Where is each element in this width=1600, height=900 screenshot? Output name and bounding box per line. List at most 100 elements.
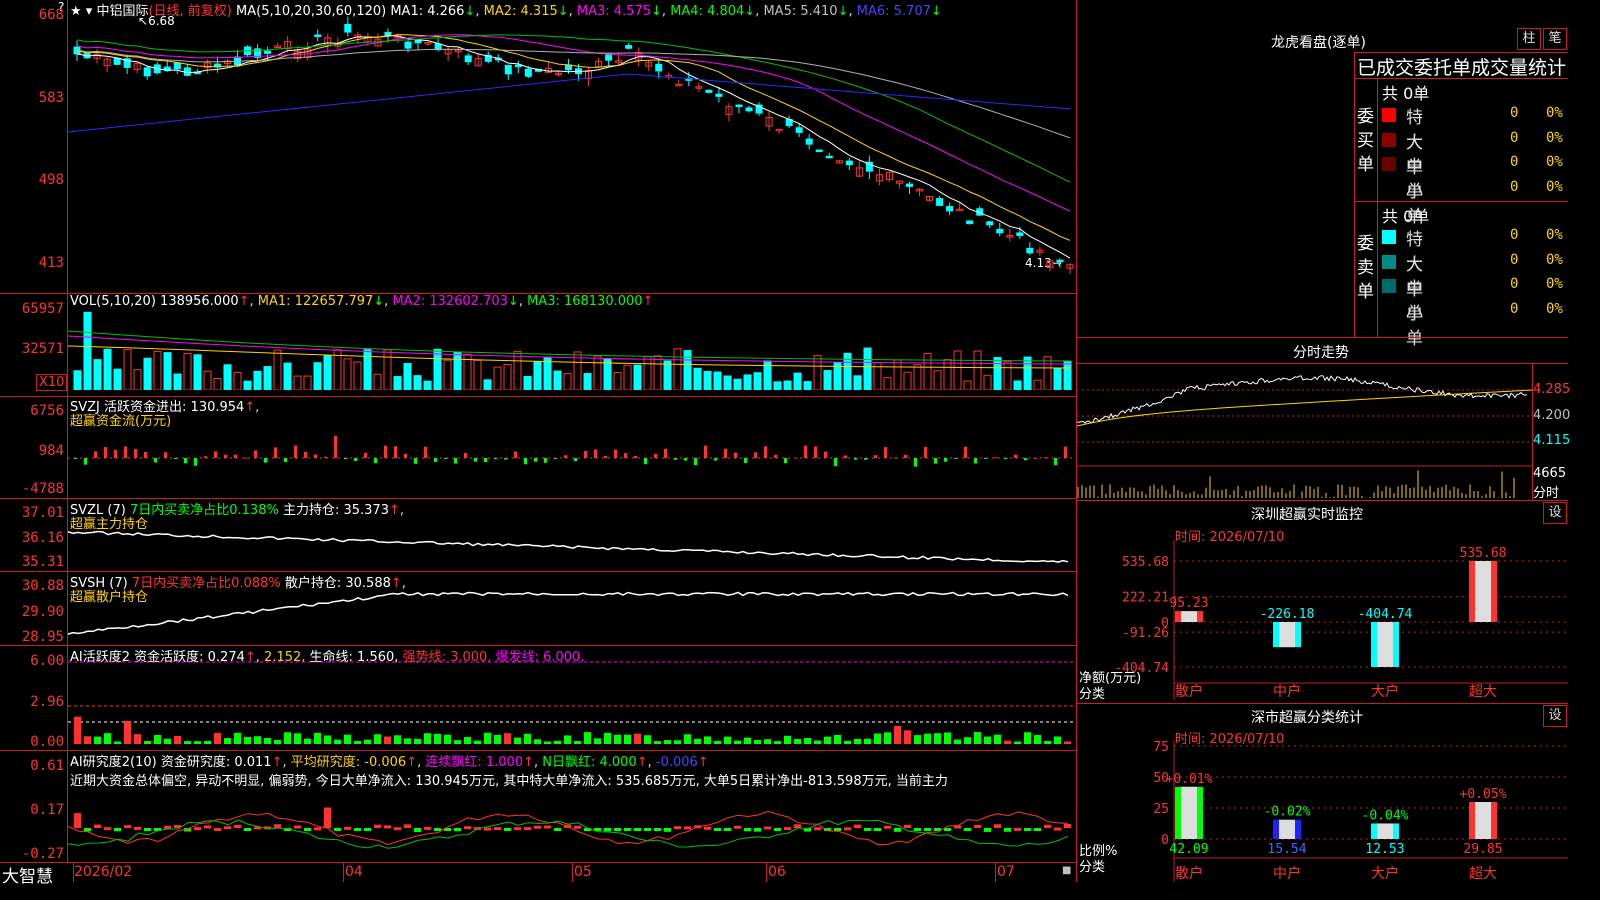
svzj-bar bbox=[294, 445, 297, 458]
volume-bar bbox=[593, 355, 602, 390]
classify-bar-0 bbox=[1175, 786, 1203, 839]
ai2-bar bbox=[294, 825, 301, 829]
sell-row-pct-0: 0% bbox=[1546, 227, 1563, 243]
date-label-0: 2026/02 bbox=[74, 864, 133, 880]
monitor-tick-label: 535.68 bbox=[1122, 555, 1169, 570]
ai1-bar bbox=[504, 733, 511, 744]
classify-bar-core bbox=[1279, 819, 1295, 839]
svzj-bar bbox=[724, 448, 727, 458]
intraday-avg-line bbox=[1077, 389, 1533, 427]
monitor-category: 中户 bbox=[1273, 683, 1301, 700]
ma-line bbox=[76, 34, 1071, 183]
ai1-axis-3: 0.00 bbox=[30, 734, 64, 750]
volume-bar bbox=[383, 349, 392, 390]
monitor-settings-button[interactable]: 设 bbox=[1543, 502, 1567, 524]
svzj-bar bbox=[824, 451, 827, 458]
ai2-bar bbox=[214, 827, 221, 831]
volume-bar bbox=[293, 375, 302, 390]
volume-bar bbox=[653, 355, 662, 390]
volume-bar bbox=[473, 359, 482, 390]
classify-chart[interactable]: 7550250+0.01%42.09散户-0.02%15.54中户-0.04%1… bbox=[1077, 740, 1568, 882]
volume-bar bbox=[503, 363, 512, 390]
ma6-line bbox=[68, 73, 1072, 133]
classify-value: 12.53 bbox=[1365, 842, 1404, 857]
candle bbox=[815, 149, 823, 153]
volume-bar bbox=[623, 364, 632, 390]
ai1-bar bbox=[514, 737, 521, 744]
bar-view-button[interactable]: 柱 bbox=[1517, 28, 1541, 50]
ai2-bar bbox=[434, 828, 441, 831]
svzj-bar bbox=[714, 458, 717, 461]
svzj-chart[interactable] bbox=[68, 425, 1076, 495]
svzj-bar bbox=[434, 458, 437, 462]
svzj-bar bbox=[244, 457, 247, 459]
monitor-chart[interactable]: 535.68222.210-91.26-404.7495.23散户-226.18… bbox=[1077, 540, 1568, 702]
ai2-bar bbox=[604, 828, 611, 832]
svzj-bar bbox=[144, 452, 147, 458]
volume-bar bbox=[983, 374, 992, 390]
volume-bar bbox=[443, 359, 452, 390]
volume-bar bbox=[773, 381, 782, 390]
ai2-chart[interactable] bbox=[68, 786, 1076, 862]
main-chart-area[interactable]: ★ ▾ 中铝国际(日线, 前复权) MA(5,10,20,30,60,120) … bbox=[0, 0, 1076, 887]
ai1-bar bbox=[144, 740, 151, 744]
svzj-bar bbox=[624, 453, 627, 458]
ai1-chart[interactable] bbox=[68, 656, 1076, 748]
vol-ma3 bbox=[68, 330, 1072, 362]
date-label-2: 05 bbox=[574, 864, 592, 880]
ai2-bar bbox=[1054, 827, 1061, 831]
svzj-bar bbox=[564, 455, 567, 458]
svzj-bar bbox=[324, 456, 327, 458]
ai1-bar bbox=[934, 733, 941, 744]
candlestick-chart[interactable] bbox=[68, 14, 1076, 290]
buy-row-pct-2: 0% bbox=[1546, 154, 1563, 170]
lock-icon[interactable]: ■ bbox=[1062, 865, 1071, 876]
svzj-bar bbox=[384, 445, 387, 458]
ma-line bbox=[76, 34, 1071, 241]
ai2-bar bbox=[304, 828, 311, 831]
volume-bar bbox=[413, 375, 422, 390]
classify-settings-button[interactable]: 设 bbox=[1543, 705, 1567, 727]
volume-bar bbox=[1043, 356, 1052, 390]
candle bbox=[143, 67, 151, 77]
classify-value: 29.85 bbox=[1463, 842, 1502, 857]
svzj-bar bbox=[494, 458, 497, 459]
classify-change: +0.05% bbox=[1460, 787, 1507, 802]
intraday-chart[interactable] bbox=[1077, 364, 1533, 499]
volume-bar bbox=[163, 352, 172, 390]
app-logo[interactable]: 大智慧 bbox=[2, 862, 53, 887]
volume-bar bbox=[633, 364, 642, 390]
svzj-bar bbox=[1054, 458, 1057, 466]
svsh-axis-3: 28.95 bbox=[21, 629, 64, 645]
ai1-bar bbox=[584, 732, 591, 744]
candle bbox=[464, 55, 472, 63]
svzl-chart[interactable] bbox=[68, 520, 1076, 570]
ai1-bar bbox=[744, 737, 751, 744]
candle bbox=[605, 54, 613, 61]
volume-bar bbox=[733, 378, 742, 390]
volume-bar bbox=[813, 355, 822, 390]
ai2-bar bbox=[384, 825, 391, 829]
ai1-bar bbox=[1014, 741, 1021, 744]
ai1-bar bbox=[544, 741, 551, 744]
buy-row-color-1 bbox=[1382, 132, 1396, 147]
ai1-bar bbox=[704, 736, 711, 744]
sell-row-count-1: 0 bbox=[1510, 251, 1519, 268]
sell-row-color-3 bbox=[1382, 303, 1396, 318]
ai2-bar bbox=[404, 824, 411, 828]
ai1-bar bbox=[974, 732, 981, 744]
ai2-bar bbox=[654, 828, 661, 831]
monitor-bar-2 bbox=[1371, 622, 1399, 667]
ai2-bar bbox=[194, 827, 201, 831]
svzj-bar bbox=[474, 458, 477, 462]
svsh-chart[interactable] bbox=[68, 584, 1076, 644]
ai1-axis-1: 6.00 bbox=[30, 653, 64, 669]
volume-chart[interactable] bbox=[68, 306, 1076, 390]
volume-bar bbox=[713, 371, 722, 390]
ai1-bar bbox=[334, 739, 341, 744]
svzj-bar bbox=[504, 458, 507, 460]
tick-view-button[interactable]: 笔 bbox=[1543, 28, 1567, 50]
volume-bar bbox=[1013, 380, 1022, 390]
sell-row-pct-1: 0% bbox=[1546, 251, 1563, 268]
svzl-line bbox=[68, 530, 1069, 563]
